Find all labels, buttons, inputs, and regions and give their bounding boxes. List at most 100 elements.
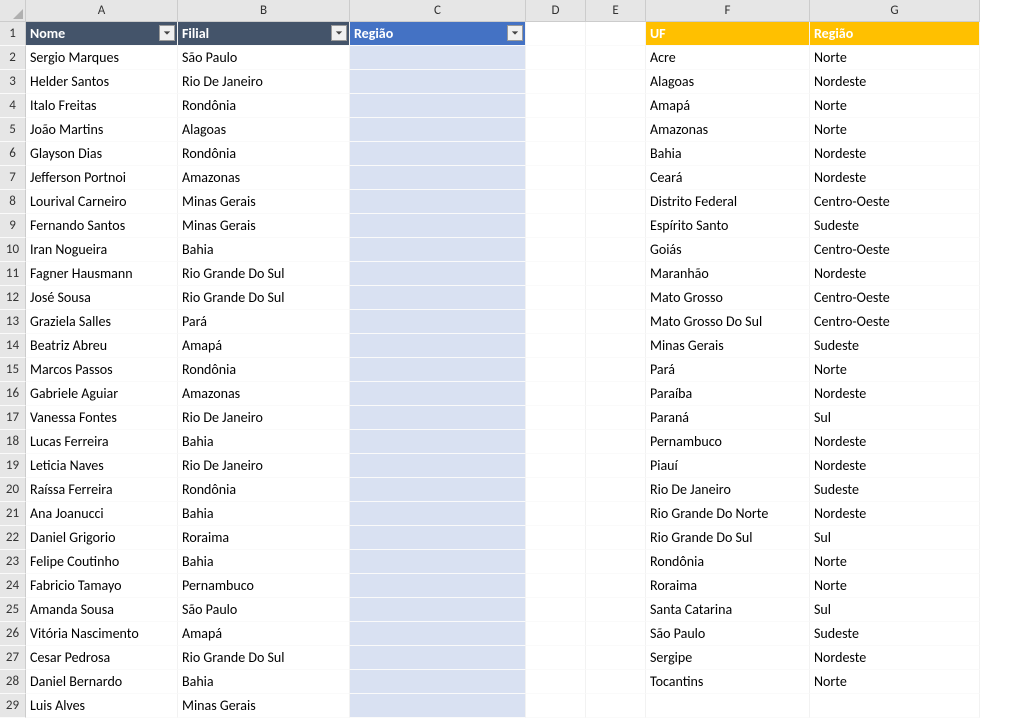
cell-A11[interactable]: Fagner Hausmann (26, 262, 178, 286)
cell-B5[interactable]: Alagoas (178, 118, 350, 142)
cell-D28[interactable] (526, 670, 586, 694)
cell-B6[interactable]: Rondônia (178, 142, 350, 166)
cell-B15[interactable]: Rondônia (178, 358, 350, 382)
cell-G8[interactable]: Centro-Oeste (810, 190, 980, 214)
cell-E28[interactable] (586, 670, 646, 694)
cell-G2[interactable]: Norte (810, 46, 980, 70)
row-header-29[interactable]: 29 (0, 694, 26, 718)
cell-F12[interactable]: Mato Grosso (646, 286, 810, 310)
cell-A10[interactable]: Iran Nogueira (26, 238, 178, 262)
cell-D16[interactable] (526, 382, 586, 406)
cell-B16[interactable]: Amazonas (178, 382, 350, 406)
cell-C1[interactable]: Região (350, 22, 526, 46)
cell-E29[interactable] (586, 694, 646, 718)
cell-G4[interactable]: Norte (810, 94, 980, 118)
cell-E23[interactable] (586, 550, 646, 574)
row-header-25[interactable]: 25 (0, 598, 26, 622)
cell-B25[interactable]: São Paulo (178, 598, 350, 622)
cell-B9[interactable]: Minas Gerais (178, 214, 350, 238)
cell-A6[interactable]: Glayson Dias (26, 142, 178, 166)
col-header-A[interactable]: A (26, 0, 178, 22)
cell-E11[interactable] (586, 262, 646, 286)
row-header-19[interactable]: 19 (0, 454, 26, 478)
cell-F16[interactable]: Paraíba (646, 382, 810, 406)
cell-D11[interactable] (526, 262, 586, 286)
row-header-20[interactable]: 20 (0, 478, 26, 502)
cell-C11[interactable] (350, 262, 526, 286)
cell-E3[interactable] (586, 70, 646, 94)
cell-F1[interactable]: UF (646, 22, 810, 46)
cell-C8[interactable] (350, 190, 526, 214)
cell-D21[interactable] (526, 502, 586, 526)
cell-F9[interactable]: Espírito Santo (646, 214, 810, 238)
row-header-28[interactable]: 28 (0, 670, 26, 694)
cell-C16[interactable] (350, 382, 526, 406)
cell-B11[interactable]: Rio Grande Do Sul (178, 262, 350, 286)
cell-D27[interactable] (526, 646, 586, 670)
cell-F3[interactable]: Alagoas (646, 70, 810, 94)
cell-C6[interactable] (350, 142, 526, 166)
cell-A9[interactable]: Fernando Santos (26, 214, 178, 238)
cell-E26[interactable] (586, 622, 646, 646)
col-header-D[interactable]: D (526, 0, 586, 22)
cell-D2[interactable] (526, 46, 586, 70)
col-header-B[interactable]: B (178, 0, 350, 22)
cell-G25[interactable]: Sul (810, 598, 980, 622)
cell-C17[interactable] (350, 406, 526, 430)
cell-F6[interactable]: Bahia (646, 142, 810, 166)
cell-C13[interactable] (350, 310, 526, 334)
cell-D12[interactable] (526, 286, 586, 310)
cell-A18[interactable]: Lucas Ferreira (26, 430, 178, 454)
row-header-24[interactable]: 24 (0, 574, 26, 598)
row-header-18[interactable]: 18 (0, 430, 26, 454)
cell-D13[interactable] (526, 310, 586, 334)
cell-A3[interactable]: Helder Santos (26, 70, 178, 94)
cell-F2[interactable]: Acre (646, 46, 810, 70)
row-header-26[interactable]: 26 (0, 622, 26, 646)
row-header-13[interactable]: 13 (0, 310, 26, 334)
cell-B17[interactable]: Rio De Janeiro (178, 406, 350, 430)
row-header-27[interactable]: 27 (0, 646, 26, 670)
cell-B13[interactable]: Pará (178, 310, 350, 334)
cell-B1[interactable]: Filial (178, 22, 350, 46)
cell-C12[interactable] (350, 286, 526, 310)
cell-E4[interactable] (586, 94, 646, 118)
cell-F15[interactable]: Pará (646, 358, 810, 382)
cell-E8[interactable] (586, 190, 646, 214)
cell-A26[interactable]: Vitória Nascimento (26, 622, 178, 646)
row-header-11[interactable]: 11 (0, 262, 26, 286)
cell-D29[interactable] (526, 694, 586, 718)
cell-F11[interactable]: Maranhão (646, 262, 810, 286)
cell-A17[interactable]: Vanessa Fontes (26, 406, 178, 430)
row-header-22[interactable]: 22 (0, 526, 26, 550)
cell-D20[interactable] (526, 478, 586, 502)
cell-G6[interactable]: Nordeste (810, 142, 980, 166)
cell-A5[interactable]: João Martins (26, 118, 178, 142)
cell-F8[interactable]: Distrito Federal (646, 190, 810, 214)
cell-E20[interactable] (586, 478, 646, 502)
cell-G7[interactable]: Nordeste (810, 166, 980, 190)
cell-F18[interactable]: Pernambuco (646, 430, 810, 454)
cell-E21[interactable] (586, 502, 646, 526)
row-header-12[interactable]: 12 (0, 286, 26, 310)
cell-D23[interactable] (526, 550, 586, 574)
cell-E15[interactable] (586, 358, 646, 382)
cell-D15[interactable] (526, 358, 586, 382)
cell-E25[interactable] (586, 598, 646, 622)
cell-F17[interactable]: Paraná (646, 406, 810, 430)
cell-D25[interactable] (526, 598, 586, 622)
cell-B24[interactable]: Pernambuco (178, 574, 350, 598)
cell-B28[interactable]: Bahia (178, 670, 350, 694)
cell-G23[interactable]: Norte (810, 550, 980, 574)
row-header-17[interactable]: 17 (0, 406, 26, 430)
select-all-corner[interactable] (0, 0, 26, 22)
cell-G17[interactable]: Sul (810, 406, 980, 430)
cell-G20[interactable]: Sudeste (810, 478, 980, 502)
cell-B2[interactable]: São Paulo (178, 46, 350, 70)
cell-C7[interactable] (350, 166, 526, 190)
cell-C21[interactable] (350, 502, 526, 526)
cell-C23[interactable] (350, 550, 526, 574)
cell-G27[interactable]: Nordeste (810, 646, 980, 670)
row-header-23[interactable]: 23 (0, 550, 26, 574)
cell-C20[interactable] (350, 478, 526, 502)
